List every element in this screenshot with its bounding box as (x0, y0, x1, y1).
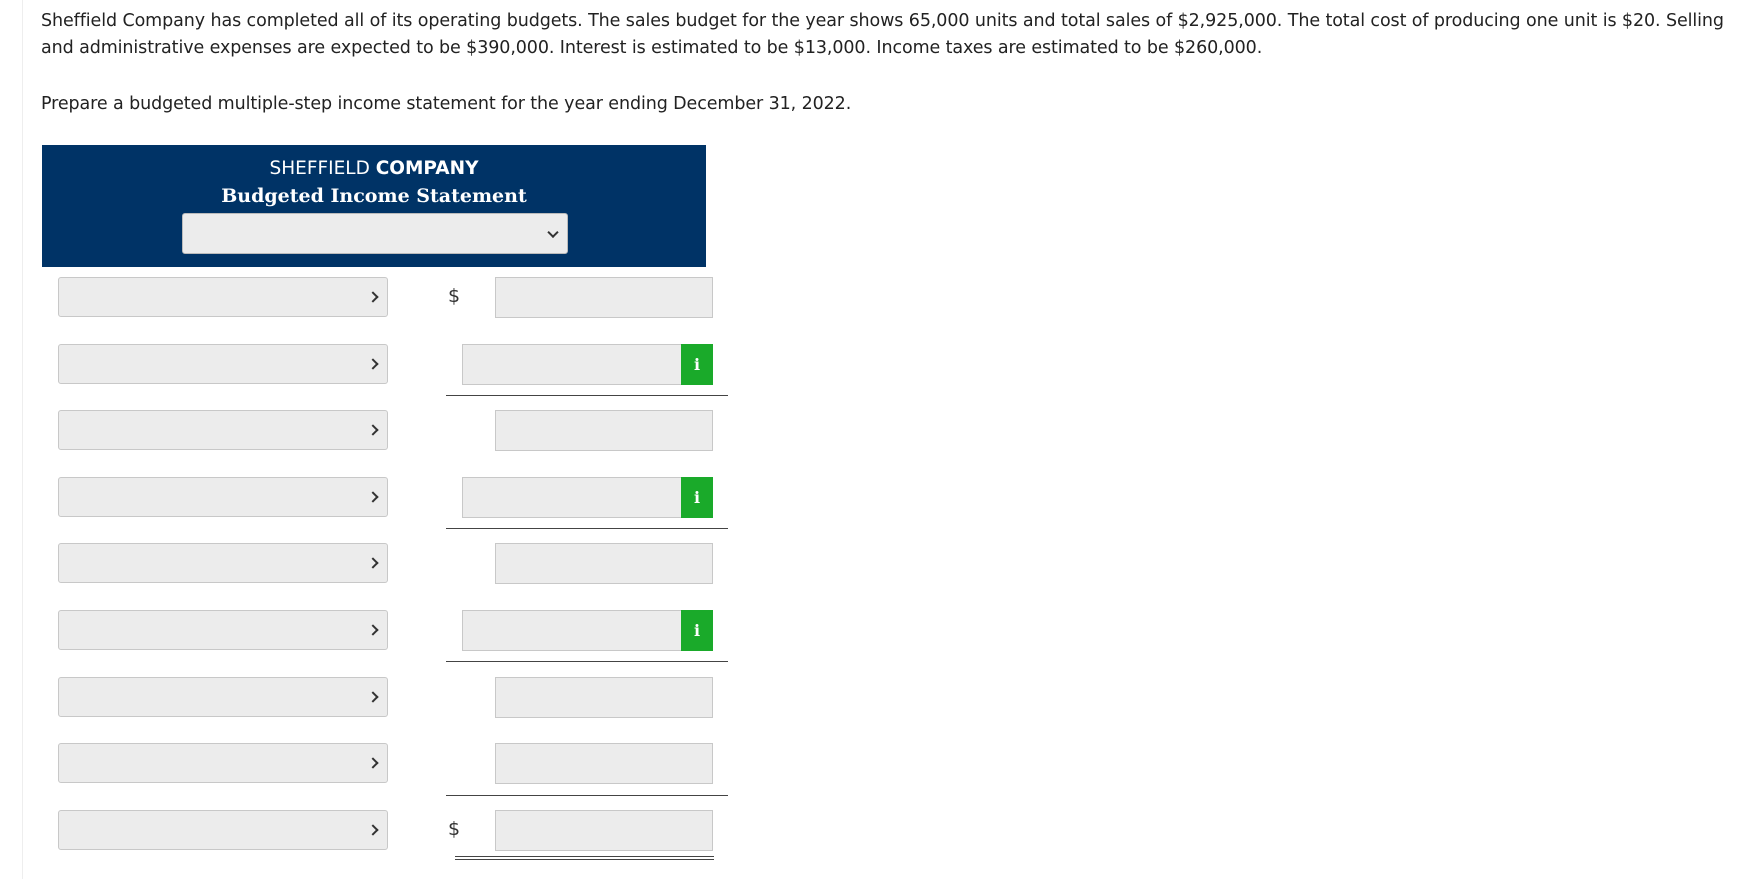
chevron-down-icon (547, 226, 559, 238)
period-select[interactable] (182, 213, 568, 254)
info-button[interactable]: i (681, 610, 713, 651)
dollar-sign: $ (448, 818, 461, 840)
amount-input-1[interactable] (495, 277, 713, 318)
info-button[interactable]: i (681, 344, 713, 385)
line-item-select-8[interactable] (58, 743, 388, 783)
chevron-right-icon (367, 491, 379, 503)
chevron-right-icon (367, 424, 379, 436)
line-item-select-5[interactable] (58, 543, 388, 583)
chevron-right-icon (367, 358, 379, 370)
chevron-right-icon (367, 757, 379, 769)
line-item-select-9[interactable] (58, 810, 388, 850)
problem-prompt: Prepare a budgeted multiple-step income … (41, 94, 852, 114)
line-item-select-4[interactable] (58, 477, 388, 517)
amount-input-2[interactable] (462, 344, 688, 385)
dollar-sign: $ (448, 285, 461, 307)
amount-input-4[interactable] (462, 477, 688, 518)
amount-input-3[interactable] (495, 410, 713, 451)
amount-input-7[interactable] (495, 677, 713, 718)
chevron-right-icon (367, 824, 379, 836)
line-item-select-3[interactable] (58, 410, 388, 450)
line-item-select-2[interactable] (58, 344, 388, 384)
amount-input-6[interactable] (462, 610, 688, 651)
total-double-rule (455, 856, 714, 860)
statement-title: Budgeted Income Statement (221, 185, 527, 207)
subtotal-rule (446, 795, 728, 796)
question-page: Sheffield Company has completed all of i… (22, 0, 1744, 879)
line-item-select-7[interactable] (58, 677, 388, 717)
line-item-select-1[interactable] (58, 277, 388, 317)
info-button[interactable]: i (681, 477, 713, 518)
chevron-right-icon (367, 624, 379, 636)
line-item-select-6[interactable] (58, 610, 388, 650)
subtotal-rule (446, 661, 728, 662)
amount-input-9[interactable] (495, 810, 713, 851)
subtotal-rule (446, 395, 728, 396)
company-name-part1: SHEFFIELD (269, 158, 370, 179)
chevron-right-icon (367, 291, 379, 303)
chevron-right-icon (367, 691, 379, 703)
amount-input-8[interactable] (495, 743, 713, 784)
company-name: SHEFFIELD COMPANY (42, 156, 706, 182)
subtotal-rule (446, 528, 728, 529)
problem-statement: Sheffield Company has completed all of i… (41, 11, 1724, 58)
company-name-part2: COMPANY (375, 158, 479, 179)
chevron-right-icon (367, 557, 379, 569)
income-statement-panel: SHEFFIELD COMPANY Budgeted Income Statem… (42, 145, 728, 860)
amount-input-5[interactable] (495, 543, 713, 584)
statement-header: SHEFFIELD COMPANY Budgeted Income Statem… (42, 145, 706, 267)
